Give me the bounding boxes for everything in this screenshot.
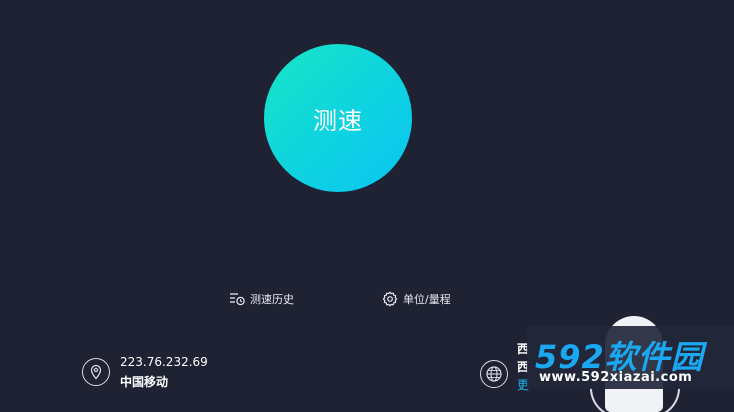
client-ip: 223.76.232.69 xyxy=(120,355,208,369)
globe-icon xyxy=(480,360,508,388)
unit-settings-link[interactable]: 单位/量程 xyxy=(382,290,451,308)
start-test-button[interactable]: 测速 xyxy=(264,44,412,192)
watermark-url: www.592xiazai.com xyxy=(539,370,693,385)
start-test-label: 测速 xyxy=(313,106,363,135)
watermark-ring xyxy=(590,388,680,412)
history-link[interactable]: 测速历史 xyxy=(229,290,294,308)
settings-label: 单位/量程 xyxy=(403,293,451,306)
server-info: 西 西 更 xyxy=(480,340,529,394)
watermark-logo: 592软件园 www.592xiazai.com xyxy=(527,326,734,389)
gear-icon xyxy=(382,291,398,307)
location-pin-icon xyxy=(82,358,110,386)
client-info: 223.76.232.69 中国移动 xyxy=(82,352,208,392)
history-list-icon xyxy=(229,292,245,306)
client-isp: 中国移动 xyxy=(120,375,169,389)
history-label: 测速历史 xyxy=(250,293,294,306)
